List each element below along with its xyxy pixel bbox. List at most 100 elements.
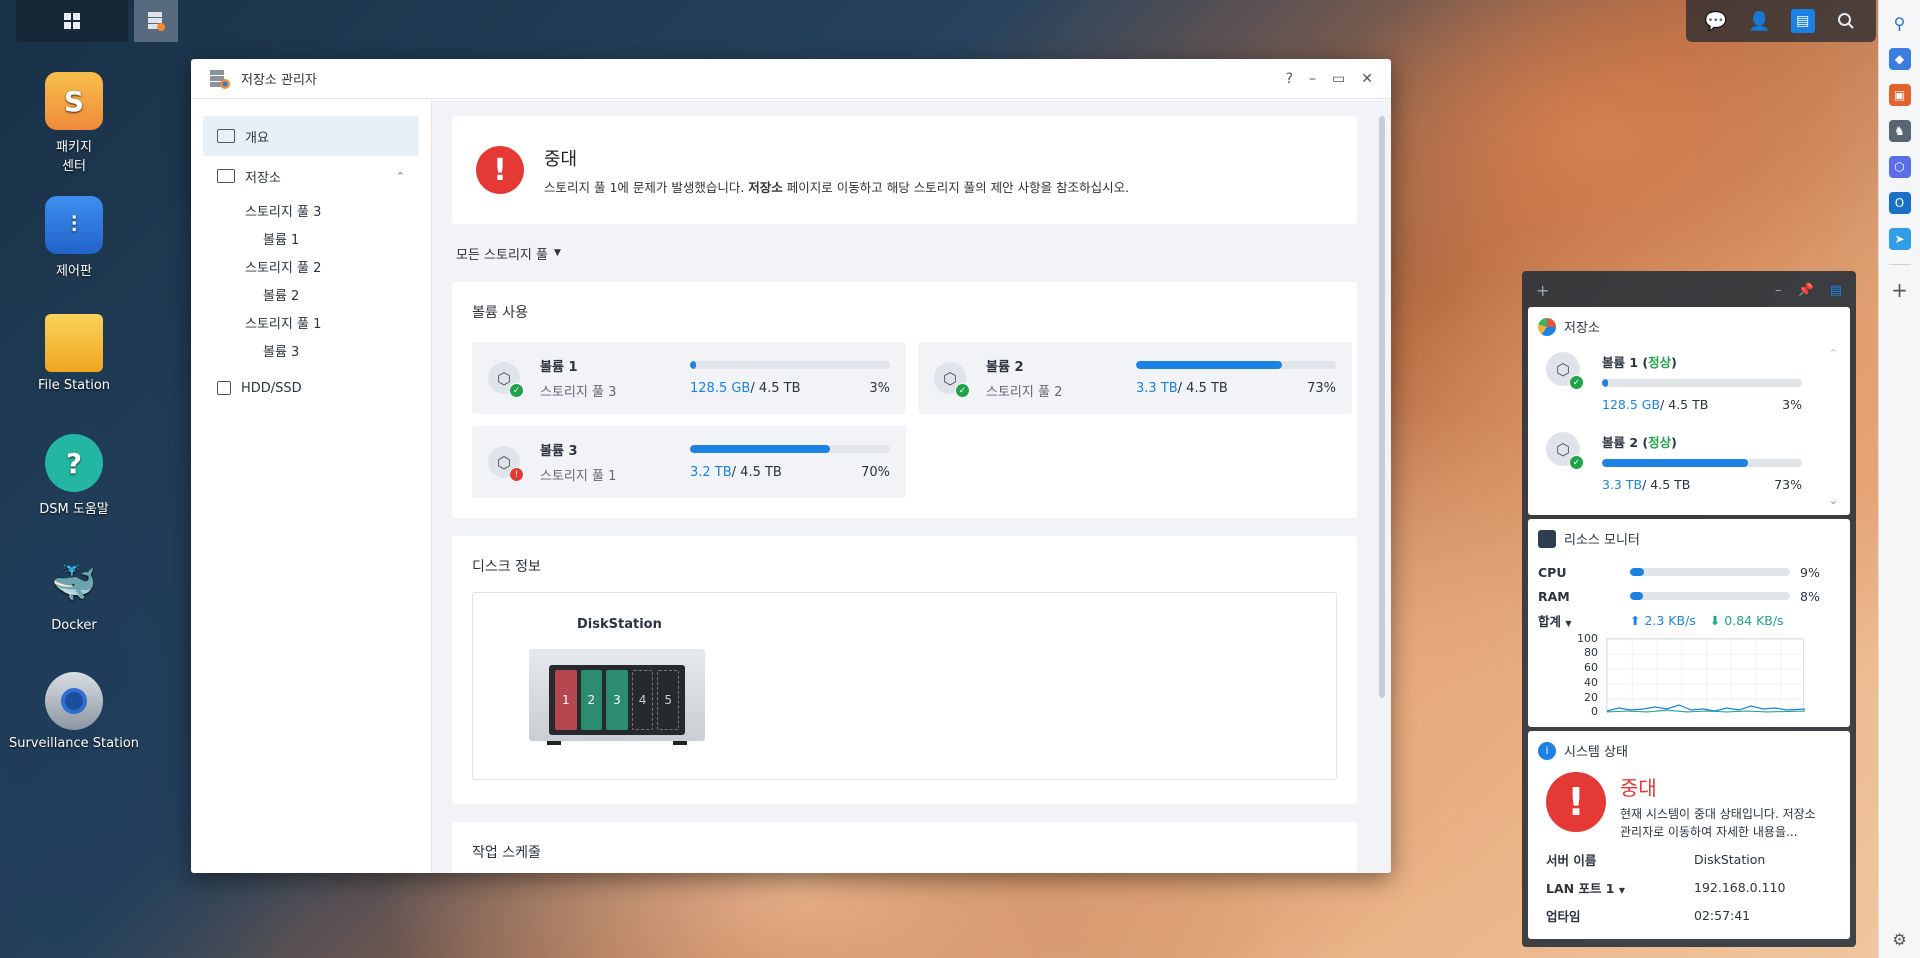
system-status-description[interactable]: 현재 시스템이 중대 상태입니다. 저장소 관리자로 이동하여 자세한 내용을.…	[1620, 805, 1830, 841]
usage-bar	[1602, 379, 1802, 387]
volume-tile[interactable]: ⬡ ✓ 볼륨 1 스토리지 풀 3 128.5 GB / 4.5 TB 3%	[472, 342, 906, 414]
sidebar-item-pool-3[interactable]: 스토리지 풀 3	[203, 196, 419, 224]
usage-bar	[690, 444, 890, 453]
widget-volume-row[interactable]: ⬡ ✓ 볼륨 1 (정상) 128.5 GB / 4.5 TB 3%	[1538, 352, 1840, 412]
desktop-icon-docker[interactable]: 🐳 Docker	[4, 554, 144, 633]
desktop-icon-label: Docker	[51, 618, 97, 633]
system-status-text: 중대	[1620, 776, 1657, 800]
tag-icon[interactable]: ◆	[1888, 48, 1911, 70]
critical-alert-icon: !	[476, 146, 524, 194]
widget-panel: + – 📌 ▤ 저장소 ⌃ ⬡ ✓ 볼륨 1 (정상) 128.5 GB / 4.…	[1522, 271, 1856, 947]
usage-bar-fill	[1602, 459, 1748, 467]
docker-whale-icon: 🐳	[51, 563, 97, 604]
chevron-up-icon[interactable]: ⌃	[396, 170, 405, 183]
pin-icon[interactable]: 📌	[1798, 283, 1814, 298]
widget-volume-row[interactable]: ⬡ ✓ 볼륨 2 (정상) 3.3 TB / 4.5 TB 73%	[1538, 432, 1840, 492]
chat-icon[interactable]: 💬	[1704, 9, 1728, 33]
close-button[interactable]: ✕	[1361, 71, 1373, 87]
search-icon[interactable]: ⚲	[1889, 12, 1911, 34]
chart-y-tick: 20	[1584, 691, 1598, 704]
volume-cube-icon: ⬡ ✓	[1546, 432, 1584, 470]
add-widget-icon[interactable]: +	[1536, 281, 1549, 300]
toolbox-icon[interactable]: ▣	[1888, 84, 1911, 106]
schedule-title: 작업 스케줄	[472, 845, 541, 861]
chess-icon[interactable]: ♞	[1888, 120, 1911, 142]
minimize-button[interactable]: –	[1309, 71, 1316, 87]
nas-foot	[547, 741, 561, 745]
sidebar-item-volume-1[interactable]: 볼륨 1	[203, 224, 419, 252]
dock-separator	[1888, 264, 1911, 265]
schedule-card: 작업 스케줄	[452, 822, 1357, 873]
volume-used: 128.5 GB	[690, 380, 751, 396]
storage-icon	[217, 169, 235, 183]
sidebar-item-label: 저장소	[245, 170, 281, 186]
user-icon[interactable]: 👤	[1747, 9, 1771, 33]
sidebar-item-pool-2[interactable]: 스토리지 풀 2	[203, 252, 419, 280]
desktop-icon-package-center[interactable]: S 패키지 센터	[4, 72, 144, 174]
chart-y-tick: 0	[1591, 705, 1598, 718]
outlook-icon[interactable]: O	[1888, 192, 1911, 214]
drive-bay[interactable]: 3	[606, 670, 628, 730]
desktop-icon-surveillance-station[interactable]: Surveillance Station	[4, 672, 144, 751]
desktop-icon-file-station[interactable]: File Station	[4, 314, 144, 393]
storage-link[interactable]: 저장소	[748, 180, 783, 195]
widget-volume-status: 정상	[1648, 435, 1672, 450]
volume-name: 볼륨 1	[540, 360, 578, 375]
hexagon-app-icon[interactable]: ⬡	[1888, 156, 1911, 178]
search-icon[interactable]	[1834, 9, 1858, 33]
main-content: ! 중대 스토리지 풀 1에 문제가 발생했습니다. 저장소 페이지로 이동하고…	[432, 100, 1391, 873]
maximize-button[interactable]: ▭	[1332, 71, 1345, 87]
volume-cube-icon: ⬡ ✓	[934, 362, 970, 398]
lan-port-dropdown[interactable]: LAN 포트 1 ▼	[1546, 878, 1694, 897]
scrollbar[interactable]	[1379, 116, 1385, 698]
main-menu-button[interactable]	[16, 0, 128, 42]
scroll-up-icon[interactable]: ⌃	[1829, 347, 1838, 360]
volume-pool: 스토리지 풀 2	[986, 385, 1063, 400]
chart-y-tick: 80	[1584, 646, 1598, 659]
taskbar	[16, 0, 178, 42]
bird-app-icon[interactable]: ➤	[1888, 228, 1911, 250]
widget-layout-icon[interactable]: ▤	[1830, 283, 1842, 298]
cpu-bar-fill	[1630, 568, 1645, 576]
window-titlebar[interactable]: 저장소 관리자 ? – ▭ ✕	[191, 59, 1391, 99]
help-button[interactable]: ?	[1286, 71, 1293, 87]
settings-gear-icon[interactable]: ⚙	[1889, 928, 1911, 950]
control-panel-icon: ⫶	[45, 196, 103, 254]
chart-plot-area	[1606, 638, 1805, 713]
widgets-icon[interactable]: ▤	[1790, 9, 1815, 33]
volume-cube-icon: ⬡!	[488, 446, 524, 482]
sidebar-item-hdd-ssd[interactable]: HDD/SSD	[203, 368, 419, 408]
widget-volume-name: 볼륨 1	[1602, 355, 1639, 370]
pool-filter-dropdown[interactable]: 모든 스토리지 풀 ▼	[452, 224, 1371, 282]
drive-bay[interactable]: 2	[580, 670, 603, 730]
widget-title: 시스템 상태	[1564, 745, 1628, 760]
scroll-down-icon[interactable]: ⌄	[1829, 494, 1838, 507]
volume-tile[interactable]: ⬡ ✓ 볼륨 2 스토리지 풀 2 3.3 TB / 4.5 TB 73%	[918, 342, 1352, 414]
drive-bay[interactable]: 1	[555, 670, 577, 730]
volume-tile[interactable]: ⬡! 볼륨 3 스토리지 풀 1 3.2 TB / 4.5 TB 70%	[472, 426, 906, 498]
network-dropdown[interactable]: 합계 ▼	[1538, 611, 1630, 630]
desktop-icon-label: File Station	[37, 378, 111, 393]
caret-down-icon: ▼	[554, 248, 561, 258]
resource-monitor-widget: 리소스 모니터 CPU 9% RAM 8% 합계 ▼ ⬆ 2.3 KB/s ⬇ 0.…	[1528, 519, 1850, 727]
storage-manager-icon	[148, 12, 165, 31]
sidebar-item-storage[interactable]: 저장소 ⌃	[203, 156, 419, 196]
chart-y-tick: 100	[1577, 632, 1598, 645]
sidebar-item-pool-1[interactable]: 스토리지 풀 1	[203, 308, 419, 336]
lan-ip-value: 192.168.0.110	[1694, 879, 1786, 895]
sidebar-item-volume-3[interactable]: 볼륨 3	[203, 336, 419, 364]
sidebar-item-overview[interactable]: 개요	[203, 116, 419, 156]
desktop-icon-dsm-help[interactable]: ? DSM 도움말	[4, 434, 144, 517]
minimize-icon[interactable]: –	[1775, 283, 1782, 298]
add-icon[interactable]: +	[1889, 278, 1911, 302]
uptime-value: 02:57:41	[1694, 907, 1751, 923]
sidebar-item-volume-2[interactable]: 볼륨 2	[203, 280, 419, 308]
widget-volume-total: / 4.5 TB	[1642, 477, 1691, 492]
desktop-icon-control-panel[interactable]: ⫶ 제어판	[4, 196, 144, 279]
taskbar-storage-manager-button[interactable]	[134, 0, 178, 42]
volume-total: / 4.5 TB	[750, 380, 801, 396]
volume-usage-title: 볼륨 사용	[472, 305, 528, 321]
drive-bay[interactable]: 4	[631, 670, 654, 730]
drive-bay[interactable]: 5	[657, 670, 679, 730]
volume-percent: 73%	[1307, 380, 1336, 396]
